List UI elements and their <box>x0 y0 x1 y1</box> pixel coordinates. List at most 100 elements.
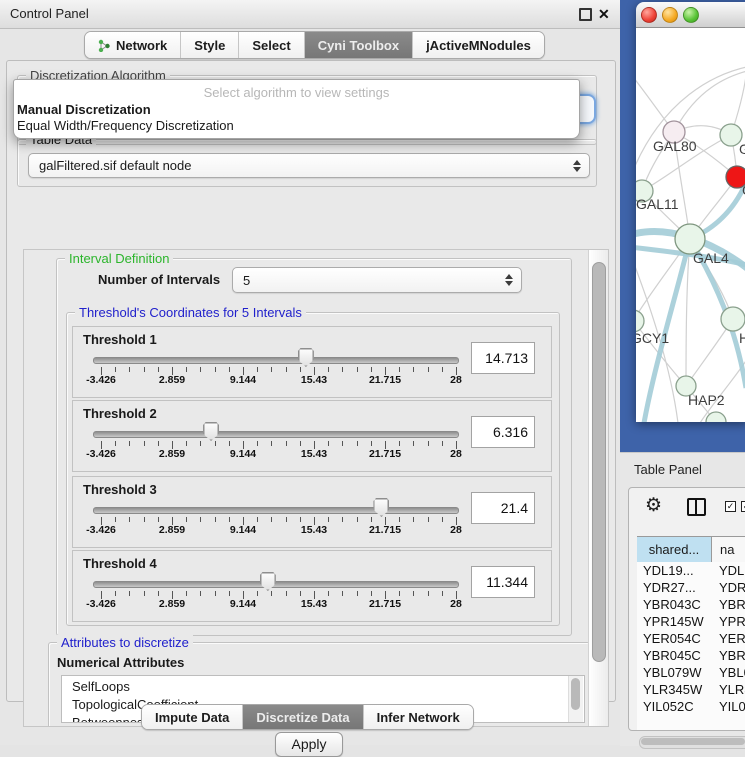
slider-tick <box>257 591 258 596</box>
table-row[interactable]: YPR145WYPR1 <box>637 613 745 630</box>
tab-jactivemnodules[interactable]: jActiveMNodules <box>413 32 544 58</box>
network-view-window[interactable]: GAL80GACGAL11GAL4GCY1HHAP2 <box>636 2 745 422</box>
attributes-scrollbar[interactable] <box>568 676 583 722</box>
threshold-coordinates-title: Threshold's Coordinates for 5 Intervals <box>75 305 306 320</box>
tab-network[interactable]: Network <box>85 32 181 58</box>
slider-track[interactable] <box>93 357 459 364</box>
network-node[interactable] <box>636 310 644 332</box>
control-panel-content: Discretization Algorithm Table Data galF… <box>6 60 616 702</box>
number-of-intervals-combo[interactable]: 5 <box>232 267 522 293</box>
slider-track[interactable] <box>93 431 459 438</box>
network-canvas[interactable]: GAL80GACGAL11GAL4GCY1HHAP2 <box>636 28 745 422</box>
threshold-value-field[interactable] <box>471 566 535 598</box>
number-of-intervals-label: Number of Intervals <box>98 272 220 287</box>
slider-tick <box>257 441 258 446</box>
settings-scrollbar[interactable] <box>588 250 608 726</box>
threshold-value-field[interactable] <box>471 492 535 524</box>
slider-tick-label: 28 <box>431 448 481 460</box>
threshold-value-field[interactable] <box>471 416 535 448</box>
network-icon <box>98 39 111 52</box>
slider-track[interactable] <box>93 581 459 588</box>
table-data-combo-value: galFiltered.sif default node <box>39 158 191 173</box>
slider-tick-label: 21.715 <box>360 374 410 386</box>
slider-tick-label: -3.426 <box>76 374 126 386</box>
zoom-traffic-light-icon[interactable] <box>683 7 699 23</box>
table-row[interactable]: YBR043CYBR0 <box>637 596 745 613</box>
slider-tick-label: -3.426 <box>76 448 126 460</box>
slider-tick <box>428 441 429 446</box>
slider-thumb[interactable] <box>260 572 276 591</box>
tab-discretize-data[interactable]: Discretize Data <box>243 705 363 729</box>
panel-title: Control Panel <box>10 0 89 28</box>
slider-tick-label: 28 <box>431 598 481 610</box>
slider-thumb[interactable] <box>203 422 219 441</box>
slider-tick-label: 2.859 <box>147 598 197 610</box>
node-label: GAL80 <box>653 138 697 154</box>
tab-infer-network[interactable]: Infer Network <box>364 705 473 729</box>
slider-thumb[interactable] <box>373 498 389 517</box>
slider-tick <box>371 367 372 372</box>
table-rows: YDL19...YDL1YDR27...YDR2YBR043CYBR0YPR14… <box>637 562 745 730</box>
slider-tick-label: 15.43 <box>289 598 339 610</box>
table-row[interactable]: YDL19...YDL1 <box>637 562 745 579</box>
threshold-value-field[interactable] <box>471 342 535 374</box>
table-row[interactable]: YIL052CYIL0 <box>637 698 745 715</box>
slider-tick <box>371 517 372 522</box>
split-columns-icon[interactable] <box>687 498 706 516</box>
cell-shared-name: YLR345W <box>643 681 702 698</box>
table-panel-section: Table Panel ⚙ ✓ ✓ shared... na YDL19...Y… <box>620 452 745 746</box>
cell-name: YDR2 <box>719 579 745 596</box>
slider-tick <box>428 367 429 372</box>
cell-shared-name: YBR045C <box>643 647 701 664</box>
minimize-traffic-light-icon[interactable] <box>662 7 678 23</box>
slider-tick <box>144 591 145 596</box>
slider-tick <box>229 441 230 446</box>
float-window-icon[interactable] <box>579 8 592 21</box>
cell-name: YLR3 <box>719 681 745 698</box>
slider-tick <box>115 517 116 522</box>
attribute-item[interactable]: SelfLoops <box>72 678 130 696</box>
slider-tick <box>413 591 414 596</box>
table-horizontal-scrollbar[interactable] <box>639 736 745 749</box>
column-header-name[interactable]: na <box>712 537 745 562</box>
table-row[interactable]: YDR27...YDR2 <box>637 579 745 596</box>
slider-tick <box>300 441 301 446</box>
node-label: GAL4 <box>693 250 729 266</box>
close-icon[interactable]: ✕ <box>598 6 610 23</box>
slider-tick <box>257 367 258 372</box>
tab-select[interactable]: Select <box>239 32 304 58</box>
table-row[interactable]: YER054CYER0 <box>637 630 745 647</box>
threshold-label: Threshold 1 <box>83 332 157 347</box>
table-row[interactable]: YBR045CYBR0 <box>637 647 745 664</box>
slider-tick-label: 2.859 <box>147 374 197 386</box>
node-label: GCY1 <box>636 330 669 346</box>
table-row[interactable]: YBL079WYBL0 <box>637 664 745 681</box>
tab-style[interactable]: Style <box>181 32 239 58</box>
slider-tick <box>300 591 301 596</box>
slider-tick <box>300 367 301 372</box>
slider-tick <box>229 591 230 596</box>
control-panel: Control Panel ✕ NetworkStyleSelectCyni T… <box>0 0 620 745</box>
slider-tick <box>286 367 287 372</box>
checkbox-icon[interactable]: ✓ <box>741 501 745 512</box>
table-data-combo[interactable]: galFiltered.sif default node <box>28 153 590 178</box>
algorithm-option-1[interactable]: Manual Discretization <box>17 102 151 117</box>
algorithm-option-2[interactable]: Equal Width/Frequency Discretization <box>17 118 234 133</box>
slider-tick <box>200 591 201 596</box>
slider-tick <box>271 591 272 596</box>
close-traffic-light-icon[interactable] <box>641 7 657 23</box>
slider-track[interactable] <box>93 507 459 514</box>
network-node[interactable] <box>721 307 745 331</box>
slider-tick <box>342 517 343 522</box>
cell-shared-name: YPR145W <box>643 613 704 630</box>
slider-thumb[interactable] <box>298 348 314 367</box>
tab-cyni-toolbox[interactable]: Cyni Toolbox <box>305 32 413 58</box>
checkbox-icon[interactable]: ✓ <box>725 501 736 512</box>
settings-scrollbar-thumb[interactable] <box>592 262 606 662</box>
slider-tick <box>115 367 116 372</box>
table-row[interactable]: YLR345W YLR3 <box>637 681 745 698</box>
tab-impute-data[interactable]: Impute Data <box>142 705 243 729</box>
slider-tick <box>129 367 130 372</box>
gear-icon[interactable]: ⚙ <box>645 494 662 517</box>
column-header-shared[interactable]: shared... <box>637 537 712 562</box>
